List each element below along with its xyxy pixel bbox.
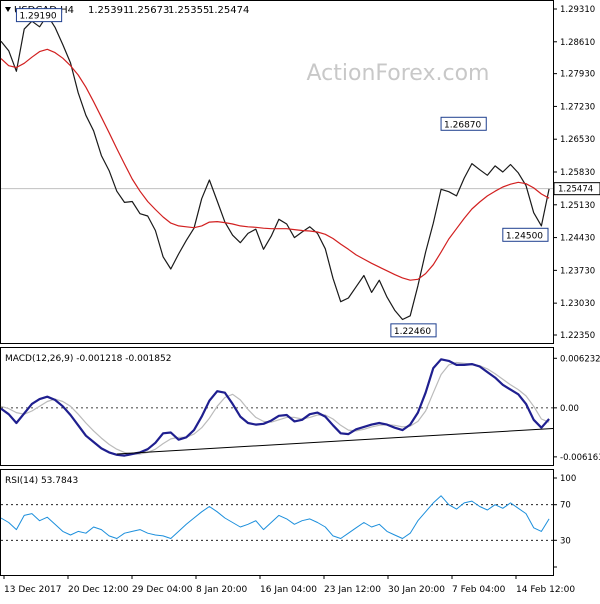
price-y-tick-label: 1.29310 bbox=[560, 5, 595, 15]
rsi-y-tick-label: 70 bbox=[560, 501, 571, 511]
price-annotation-label: 1.26870 bbox=[444, 120, 481, 130]
price-y-tick-label: 1.23730 bbox=[560, 266, 595, 276]
macd-line bbox=[0, 358, 550, 457]
x-tick-label: 23 Jan 12:00 bbox=[324, 585, 381, 595]
price-annotation-label: 1.22460 bbox=[394, 327, 431, 337]
last-price-label: 1.25474 bbox=[558, 185, 593, 195]
rsi-y-tick-label: 100 bbox=[560, 474, 576, 484]
macd-y-tick-label: 0.006232 bbox=[560, 354, 600, 364]
macd-label: MACD(12,26,9) -0.001218 -0.001852 bbox=[5, 354, 171, 364]
x-tick-label: 13 Dec 2017 bbox=[4, 585, 62, 595]
price-y-tick-label: 1.27930 bbox=[560, 70, 595, 80]
price-y-tick-label: 1.26530 bbox=[560, 135, 595, 145]
dropdown-triangle-icon bbox=[5, 7, 11, 12]
x-tick-label: 20 Dec 12:00 bbox=[68, 585, 129, 595]
watermark-text: ActionForex.com bbox=[307, 61, 490, 86]
chart-text-layer: 1.29310 1.28610 1.27930 1.27230 1.26530 1.258… bbox=[4, 5, 600, 595]
price-y-tick-label: 1.25830 bbox=[560, 168, 595, 178]
x-tick-label: 7 Feb 04:00 bbox=[452, 585, 506, 595]
x-tick-label: 14 Feb 12:00 bbox=[516, 585, 575, 595]
price-y-tick-label: 1.24430 bbox=[560, 234, 595, 244]
macd-y-tick-label: -0.006163 bbox=[560, 453, 600, 463]
ohlc-close: 1.25474 bbox=[208, 5, 249, 16]
chart-root: ActionForex.com USDCAD,H4 1.25391 1.2567… bbox=[0, 0, 600, 600]
ohlc-open: 1.25391 bbox=[88, 5, 129, 16]
x-tick-label: 30 Jan 20:00 bbox=[388, 585, 445, 595]
macd-y-tick-label: 0.00 bbox=[560, 404, 579, 414]
rsi-line bbox=[0, 495, 550, 539]
price-y-tick-label: 1.27230 bbox=[560, 102, 595, 112]
price-annotation-label: 1.24500 bbox=[506, 231, 543, 241]
usdcad-h4-chart: ActionForex.com USDCAD,H4 1.25391 1.2567… bbox=[0, 0, 600, 595]
price-annotation-label: 1.29190 bbox=[19, 12, 56, 22]
price-y-tick-label: 1.25130 bbox=[560, 201, 595, 211]
chart-marks-layer bbox=[0, 8, 600, 579]
rsi-y-tick-label: 30 bbox=[560, 536, 571, 546]
x-tick-label: 16 Jan 04:00 bbox=[260, 585, 317, 595]
x-tick-label: 29 Dec 04:00 bbox=[132, 585, 193, 595]
ohlc-low: 1.25355 bbox=[168, 5, 209, 16]
price-y-tick-label: 1.28610 bbox=[560, 38, 595, 48]
ohlc-high: 1.25673 bbox=[128, 5, 169, 16]
rsi-label: RSI(14) 53.7843 bbox=[5, 476, 78, 486]
panel-frames bbox=[0, 0, 554, 576]
rsi-panel-frame bbox=[0, 469, 554, 576]
price-panel-frame bbox=[0, 0, 554, 344]
x-tick-label: 8 Jan 20:00 bbox=[196, 585, 248, 595]
price-y-tick-label: 1.22350 bbox=[560, 331, 595, 341]
price-y-tick-label: 1.23030 bbox=[560, 299, 595, 309]
macd-trendline bbox=[116, 428, 554, 455]
